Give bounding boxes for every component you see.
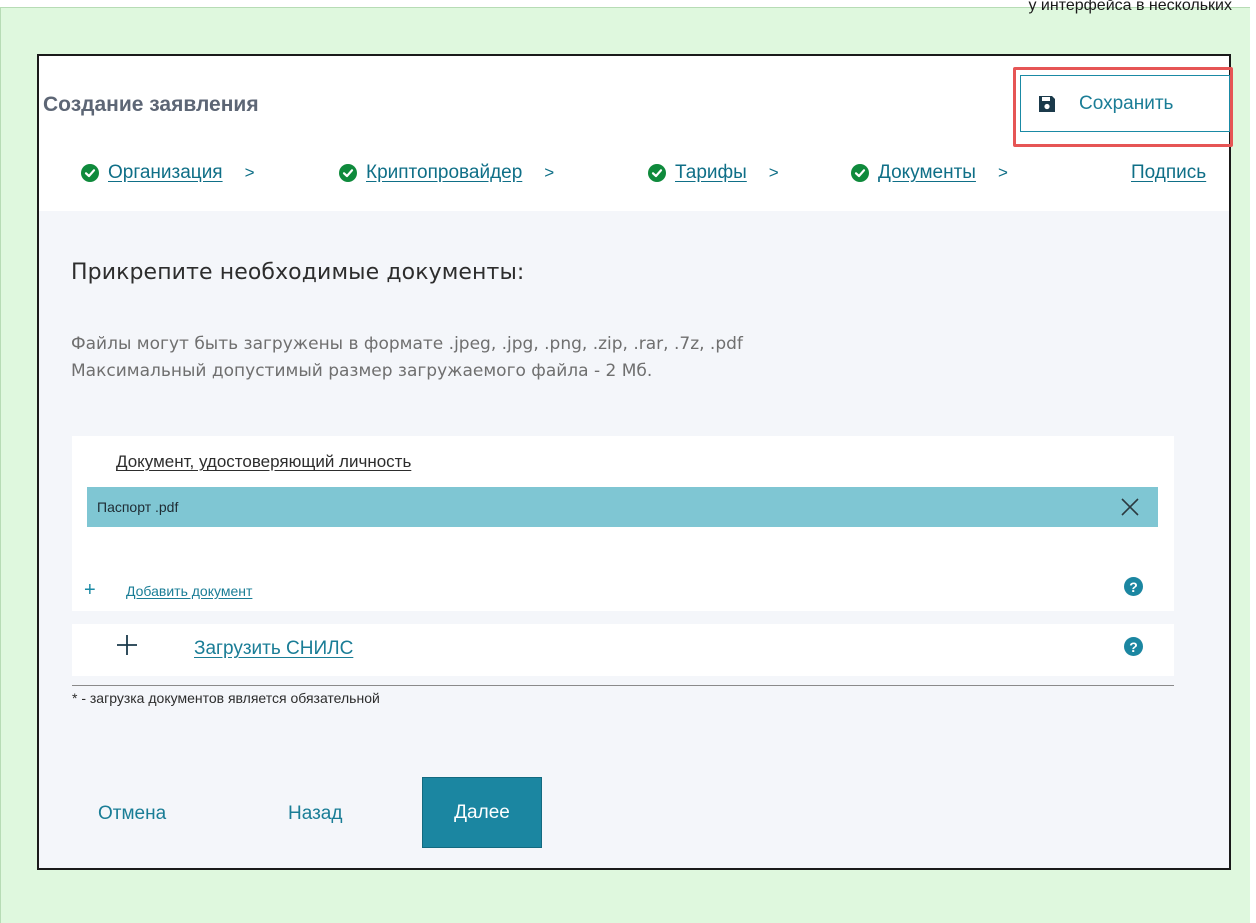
close-icon[interactable]: [1120, 497, 1140, 517]
save-button[interactable]: Сохранить: [1020, 75, 1230, 132]
add-document-link[interactable]: Добавить документ: [126, 583, 252, 599]
add-document-action[interactable]: + Добавить документ: [84, 579, 252, 602]
info-formats: Файлы могут быть загружены в формате .jp…: [71, 334, 743, 354]
section-title: Прикрепите необходимые документы:: [71, 260, 525, 285]
step-label: Криптопровайдер: [366, 162, 523, 183]
step-label: Подпись: [1131, 162, 1207, 183]
document-type-title[interactable]: Документ, удостоверяющий личность: [116, 452, 411, 472]
create-application-dialog: Создание заявления Сохранить Организация…: [37, 54, 1233, 870]
step-tariffs[interactable]: Тарифы >: [648, 162, 779, 184]
help-icon[interactable]: ?: [1124, 637, 1143, 656]
background-text: у интерфейса в нескольких: [1028, 0, 1232, 14]
check-circle-icon: [339, 164, 357, 182]
identity-document-card: Документ, удостоверяющий личность Паспор…: [72, 436, 1174, 611]
cancel-button[interactable]: Отмена: [98, 803, 166, 825]
info-max-size: Максимальный допустимый размер загружаем…: [71, 361, 653, 381]
uploaded-file-row: Паспорт .pdf: [87, 487, 1158, 527]
dialog-header: Создание заявления Сохранить Организация…: [39, 56, 1233, 211]
step-signature[interactable]: Подпись: [1131, 162, 1206, 184]
plus-icon[interactable]: [115, 633, 139, 657]
step-separator: >: [244, 163, 255, 182]
wizard-steps: Организация > Криптопровайдер > Тарифы >: [81, 162, 1216, 192]
help-icon[interactable]: ?: [1124, 577, 1143, 596]
next-button[interactable]: Далее: [422, 777, 542, 848]
step-label: Организация: [108, 162, 223, 183]
step-organization[interactable]: Организация >: [81, 162, 255, 184]
divider: [72, 685, 1174, 686]
required-note: * - загрузка документов является обязате…: [72, 690, 380, 706]
check-circle-icon: [81, 164, 99, 182]
step-separator: >: [768, 163, 779, 182]
step-documents[interactable]: Документы >: [851, 162, 1008, 184]
check-circle-icon: [648, 164, 666, 182]
dialog-title: Создание заявления: [43, 93, 259, 116]
check-circle-icon: [851, 164, 869, 182]
plus-icon: +: [84, 579, 96, 601]
step-separator: >: [997, 163, 1008, 182]
back-button[interactable]: Назад: [288, 803, 342, 825]
save-button-label: Сохранить: [1079, 92, 1174, 114]
file-name: Паспорт .pdf: [97, 499, 179, 515]
upload-snils-link[interactable]: Загрузить СНИЛС: [194, 638, 353, 660]
save-icon: [1039, 95, 1055, 112]
step-separator: >: [544, 163, 555, 182]
step-crypto-provider[interactable]: Криптопровайдер >: [339, 162, 554, 184]
step-label: Документы: [878, 162, 976, 183]
step-label: Тарифы: [675, 162, 747, 183]
snils-upload-card: Загрузить СНИЛС ?: [72, 624, 1174, 676]
